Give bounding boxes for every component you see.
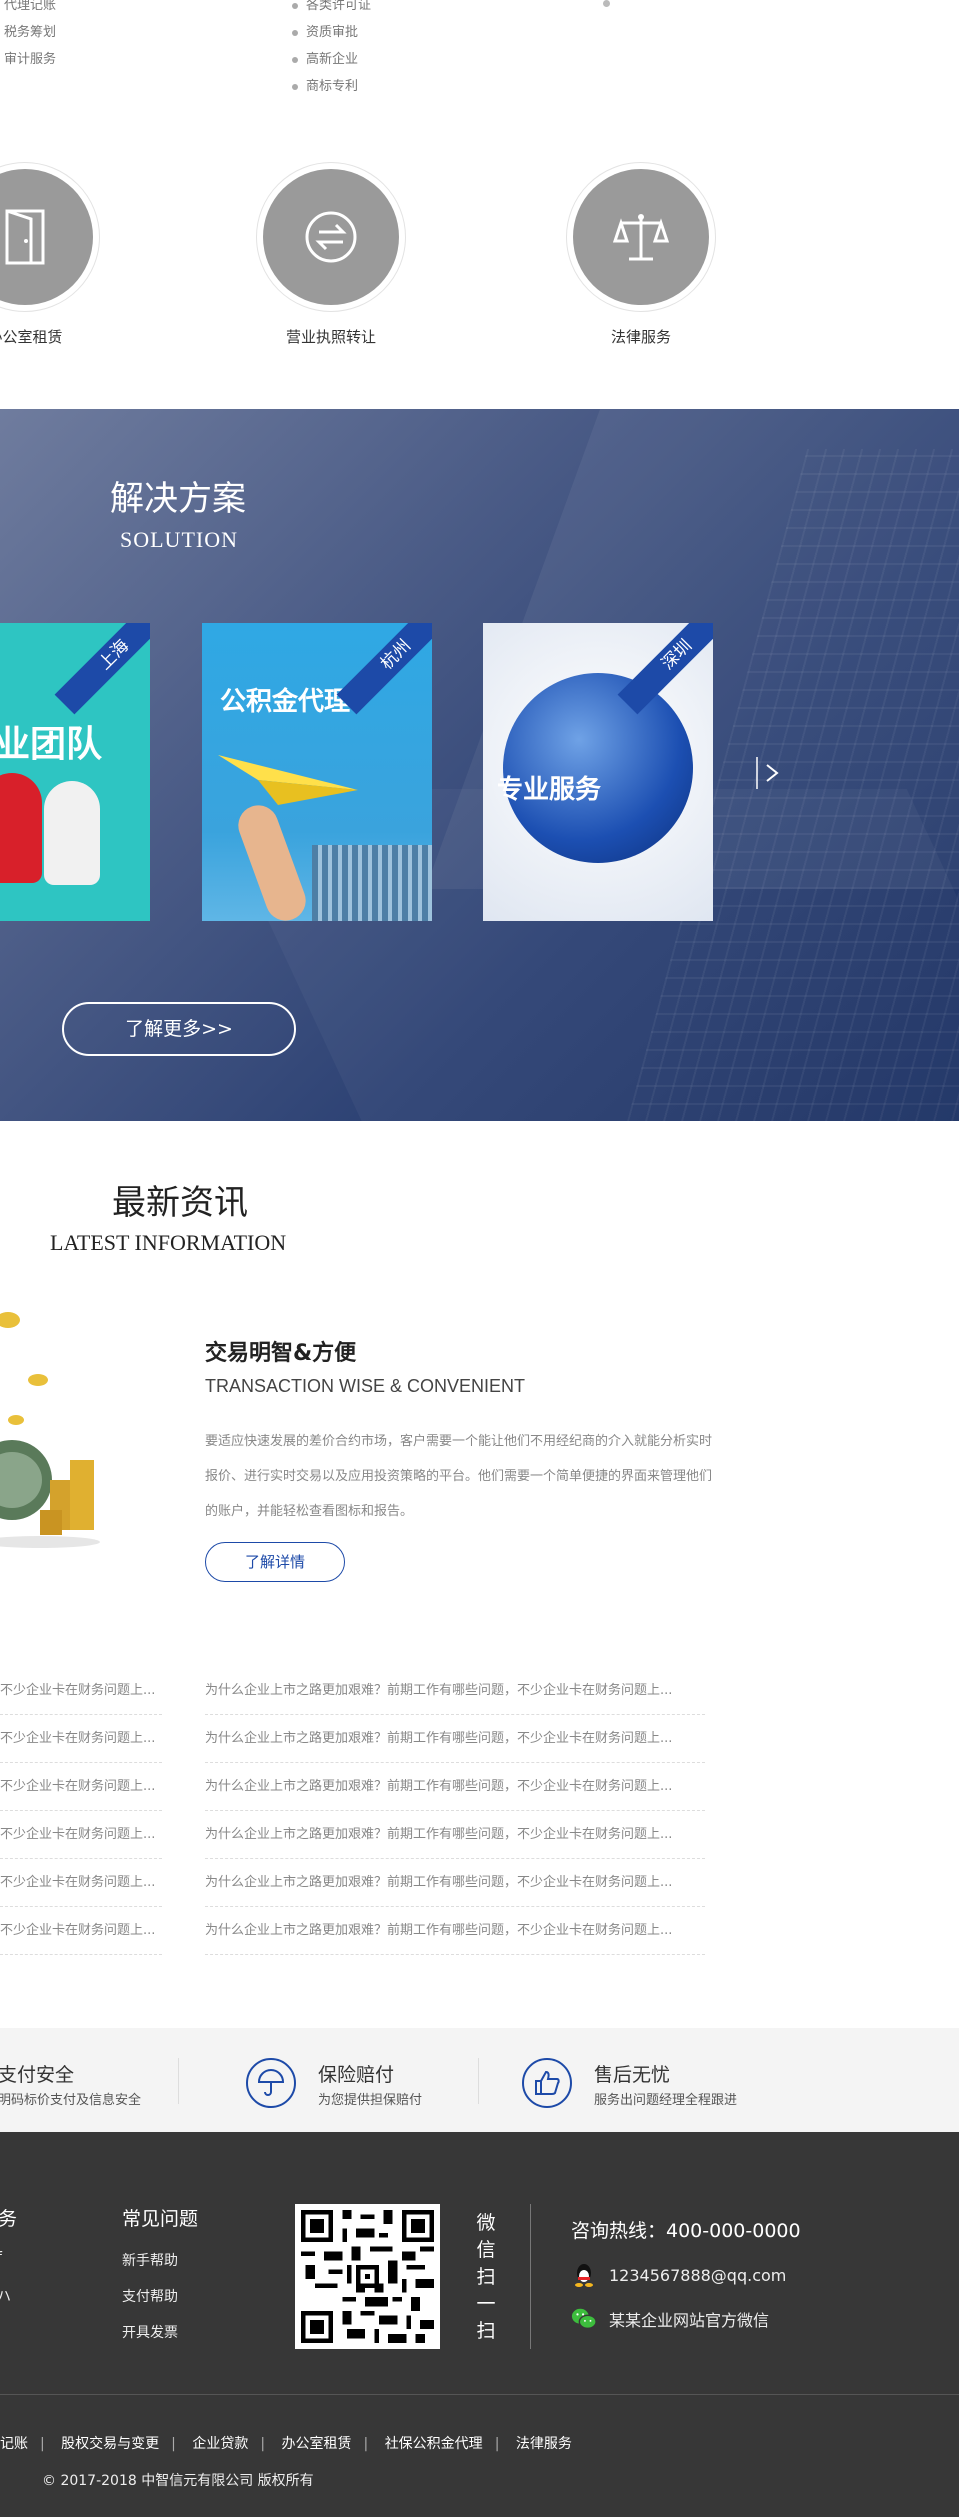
footer-link[interactable]: 开具发票 <box>122 2322 178 2342</box>
wechat-icon <box>571 2306 597 2332</box>
news-list-left: 不少企业卡在财务问题上... 不少企业卡在财务问题上... 不少企业卡在财务问题… <box>0 1667 162 1955</box>
bullet-dot <box>603 0 610 7</box>
city-ribbon: 杭州 <box>336 623 432 715</box>
section-subtitle: LATEST INFORMATION <box>50 1230 287 1255</box>
hand-illustration <box>232 799 312 921</box>
contact-wechat[interactable]: 某某企业网站官方微信 <box>571 2306 769 2332</box>
exchange-icon <box>305 211 357 263</box>
solution-section: 解决方案 SOLUTION 业团队 上海 公积金代理 杭州 专业服务 深圳 了解… <box>0 409 959 1121</box>
figure-illustration <box>0 773 42 883</box>
qr-code <box>295 2204 440 2349</box>
service-label: 办公室租赁 <box>0 328 63 346</box>
section-title: 解决方案 <box>110 479 246 519</box>
guarantee-desc: 为您提供担保赔付 <box>318 2093 423 2108</box>
featured-title[interactable]: 交易明智&方便 <box>205 1335 356 1367</box>
learn-more-button[interactable]: 了解更多>> <box>62 1002 296 1056</box>
building-illustration <box>312 845 432 921</box>
solution-card-hangzhou[interactable]: 公积金代理 杭州 <box>202 623 432 921</box>
news-item[interactable]: 为什么企业上市之路更加艰难？前期工作有哪些问题，不少企业卡在财务问题上... <box>205 1715 705 1763</box>
footer-link[interactable]: 法律服务 <box>516 2436 572 2452</box>
guarantee-title: 售后无忧 <box>594 2064 671 2086</box>
footer-link[interactable]: l <box>0 2322 1 2338</box>
paper-plane-icon <box>218 755 358 805</box>
wechat-scan-text: 微 信 扫 一 扫 <box>476 2212 496 2342</box>
card-text: 业团队 <box>0 723 103 765</box>
footer-bottom-links: 记账 | 股权交易与变更 | 企业贷款 | 办公室租赁 | 社保公积金代理 | 法律服务 <box>0 2436 572 2452</box>
details-button[interactable]: 了解详情 <box>205 1542 345 1582</box>
news-item[interactable]: 为什么企业上市之路更加艰难？前期工作有哪些问题，不少企业卡在财务问题上... <box>205 1763 705 1811</box>
guarantee-desc: 服务出问题经理全程跟进 <box>594 2093 738 2108</box>
section-title: 最新资讯 <box>112 1183 248 1223</box>
divider <box>530 2204 531 2349</box>
footer-link[interactable]: ハ <box>0 2286 11 2306</box>
news-item[interactable]: 不少企业卡在财务问题上... <box>0 1907 162 1955</box>
list-item[interactable]: 商标专利 <box>292 73 371 100</box>
guarantee-title: 支付安全 <box>0 2064 75 2086</box>
footer-link[interactable]: f <box>0 2250 2 2266</box>
solution-card-shenzhen[interactable]: 专业服务 深圳 <box>483 623 713 921</box>
list-item[interactable]: 审计服务 <box>4 46 56 73</box>
news-item[interactable]: 不少企业卡在财务问题上... <box>0 1715 162 1763</box>
service-license-transfer[interactable]: 营业执照转让 <box>246 162 416 347</box>
footer-link[interactable]: 办公室租赁 <box>282 2436 352 2452</box>
card-text: 专业服务 <box>497 775 602 805</box>
list-item[interactable]: 高新企业 <box>292 46 371 73</box>
footer-column-heading: 常见问题 <box>122 2208 199 2230</box>
list-item[interactable]: 代理记账 <box>4 0 56 19</box>
top-service-lists: 代理记账 税务筹划 审计服务 各类许可证 资质审批 高新企业 商标专利 <box>0 0 959 100</box>
scale-icon <box>612 214 670 261</box>
footer-link[interactable]: 股权交易与变更 <box>61 2436 159 2452</box>
copyright: © 2017-2018 中智信元有限公司 版权所有 <box>42 2473 314 2489</box>
figure-illustration <box>44 781 100 885</box>
news-item[interactable]: 不少企业卡在财务问题上... <box>0 1859 162 1907</box>
footer-link[interactable]: 企业贷款 <box>192 2436 248 2452</box>
news-item[interactable]: 不少企业卡在财务问题上... <box>0 1667 162 1715</box>
list-item[interactable]: 各类许可证 <box>292 0 371 19</box>
news-list-right: 为什么企业上市之路更加艰难？前期工作有哪些问题，不少企业卡在财务问题上... 为… <box>205 1667 705 1955</box>
service-legal[interactable]: 法律服务 <box>556 162 726 347</box>
service-list-left: 代理记账 税务筹划 审计服务 <box>4 0 56 73</box>
section-subtitle: SOLUTION <box>120 527 238 552</box>
service-label: 营业执照转让 <box>285 328 376 346</box>
qq-icon <box>571 2262 597 2288</box>
guarantee-desc: 明码标价支付及信息安全 <box>0 2093 142 2108</box>
contact-email[interactable]: 1234567888@qq.com <box>571 2262 786 2288</box>
footer-link[interactable]: 新手帮助 <box>122 2250 178 2270</box>
wechat-text: 某某企业网站官方微信 <box>609 2311 770 2330</box>
door-icon <box>5 209 45 265</box>
guarantee-title: 保险赔付 <box>318 2064 395 2086</box>
footer-link[interactable]: 支付帮助 <box>122 2286 178 2306</box>
news-item[interactable]: 为什么企业上市之路更加艰难？前期工作有哪些问题，不少企业卡在财务问题上... <box>205 1907 705 1955</box>
thumbs-up-icon <box>522 2058 572 2108</box>
divider <box>0 2394 959 2395</box>
service-list-middle: 各类许可证 资质审批 高新企业 商标专利 <box>292 0 371 100</box>
featured-description: 要适应快速发展的差价合约市场，客户需要一个能让他们不用经纪商的介入就能分析实时报… <box>205 1434 713 1520</box>
footer: 务 f ハ l 常见问题 新手帮助 支付帮助 开具发票 微 信 扫 一 扫 咨询… <box>0 2132 959 2517</box>
news-item[interactable]: 不少企业卡在财务问题上... <box>0 1763 162 1811</box>
next-arrow-icon[interactable] <box>755 753 785 793</box>
umbrella-icon <box>246 2058 296 2108</box>
featured-subtitle: TRANSACTION WISE & CONVENIENT <box>205 1376 526 1396</box>
guarantee-bar: 支付安全 明码标价支付及信息安全 保险赔付 为您提供担保赔付 售后无忧 服务出问… <box>0 2028 959 2132</box>
list-item[interactable]: 税务筹划 <box>4 19 56 46</box>
solution-card-shanghai[interactable]: 业团队 上海 <box>0 623 150 921</box>
footer-link[interactable]: 社保公积金代理 <box>385 2436 483 2452</box>
divider <box>478 2058 479 2104</box>
footer-link[interactable]: 记账 <box>0 2436 28 2452</box>
footer-column-heading: 务 <box>0 2208 18 2230</box>
money-bag-image <box>0 1312 100 1548</box>
service-office-rental[interactable]: 办公室租赁 <box>0 162 110 347</box>
news-item[interactable]: 为什么企业上市之路更加艰难？前期工作有哪些问题，不少企业卡在财务问题上... <box>205 1667 705 1715</box>
news-item[interactable]: 不少企业卡在财务问题上... <box>0 1811 162 1859</box>
card-text: 公积金代理 <box>220 687 351 717</box>
news-item[interactable]: 为什么企业上市之路更加艰难？前期工作有哪些问题，不少企业卡在财务问题上... <box>205 1811 705 1859</box>
globe-illustration <box>503 673 693 863</box>
city-ribbon: 上海 <box>54 623 150 715</box>
hotline: 咨询热线：400-000-0000 <box>571 2220 801 2242</box>
service-label: 法律服务 <box>610 328 671 346</box>
email-text: 1234567888@qq.com <box>609 2265 787 2285</box>
news-item[interactable]: 为什么企业上市之路更加艰难？前期工作有哪些问题，不少企业卡在财务问题上... <box>205 1859 705 1907</box>
divider <box>178 2058 179 2104</box>
list-item[interactable]: 资质审批 <box>292 19 371 46</box>
